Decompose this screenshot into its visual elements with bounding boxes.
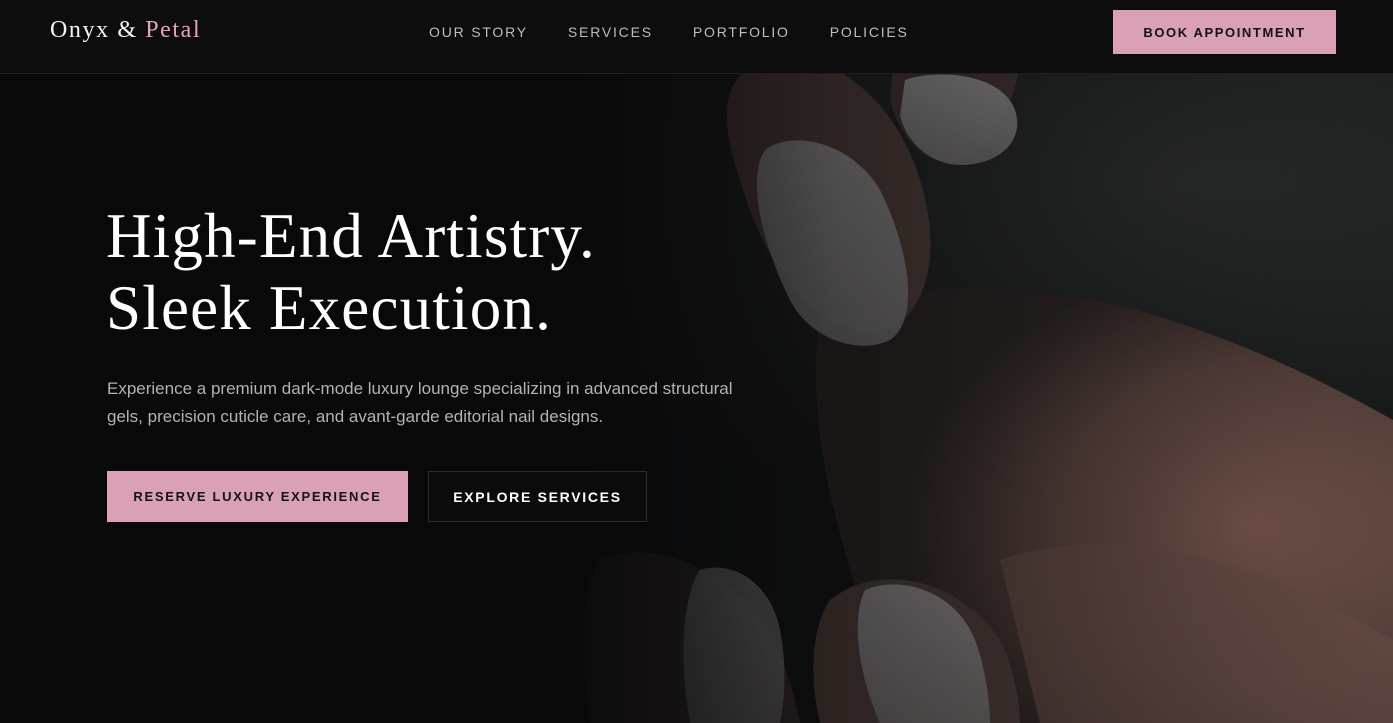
nav-item-portfolio[interactable]: PORTFOLIO [693, 24, 790, 40]
nav-item-policies[interactable]: POLICIES [830, 24, 909, 40]
hero-description: Experience a premium dark-mode luxury lo… [107, 379, 733, 426]
main-nav: OUR STORY SERVICES PORTFOLIO POLICIES [429, 24, 909, 40]
hero-title: High-End Artistry. Sleek Execution. [106, 200, 596, 344]
book-appointment-button[interactable]: BOOK APPOINTMENT [1113, 10, 1336, 54]
brand-name: Onyx & [50, 17, 138, 43]
nav-item-services[interactable]: SERVICES [568, 24, 653, 40]
reserve-experience-button[interactable]: RESERVE LUXURY EXPERIENCE [107, 471, 408, 522]
nav-item-our-story[interactable]: OUR STORY [429, 24, 528, 40]
hero-title-line-2: Sleek Execution. [106, 273, 553, 343]
hero-title-line-1: High-End Artistry. [106, 201, 596, 271]
brand-name-accent: Petal [145, 17, 202, 43]
site-header: Onyx & Petal OUR STORY SERVICES PORTFOLI… [0, 0, 1393, 74]
brand-logo[interactable]: Onyx & Petal [50, 17, 201, 44]
explore-services-button[interactable]: EXPLORE SERVICES [428, 471, 647, 522]
hero-background-image [0, 0, 1393, 723]
